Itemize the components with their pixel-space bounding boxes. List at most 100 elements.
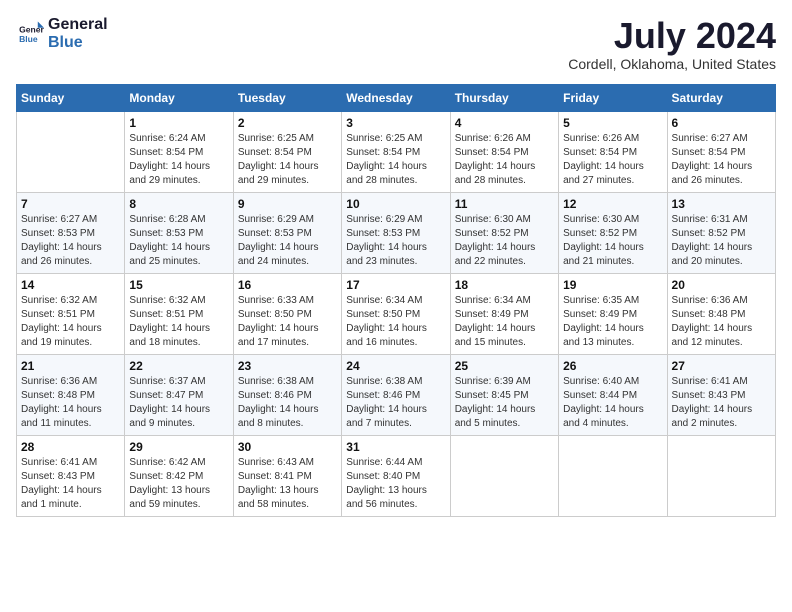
calendar-cell: 23 Sunrise: 6:38 AM Sunset: 8:46 PM Dayli… xyxy=(233,354,341,435)
day-info: Sunrise: 6:30 AM Sunset: 8:52 PM Dayligh… xyxy=(563,213,662,269)
calendar-cell: 20Sunrise: 6:36 AM Sunset: 8:48 PM Dayli… xyxy=(667,273,775,354)
day-info: Sunrise: 6:43 AM Sunset: 8:41 PM Dayligh… xyxy=(238,456,337,512)
calendar-cell: 17 Sunrise: 6:34 AM Sunset: 8:50 PM Dayli… xyxy=(342,273,450,354)
calendar-cell: 14 Sunrise: 6:32 AM Sunset: 8:51 PM Dayli… xyxy=(17,273,125,354)
week-row-3: 14 Sunrise: 6:32 AM Sunset: 8:51 PM Dayli… xyxy=(17,273,776,354)
day-info: Sunrise: 6:32 AM Sunset: 8:51 PM Dayligh… xyxy=(21,294,120,350)
day-number: 4 xyxy=(455,116,554,130)
calendar-cell: 21 Sunrise: 6:36 AM Sunset: 8:48 PM Dayli… xyxy=(17,354,125,435)
location: Cordell, Oklahoma, United States xyxy=(568,56,776,72)
title-area: July 2024 Cordell, Oklahoma, United Stat… xyxy=(568,16,776,72)
calendar-body: 1Sunrise: 6:24 AM Sunset: 8:54 PM Daylig… xyxy=(17,111,776,516)
day-info: Sunrise: 6:39 AM Sunset: 8:45 PM Dayligh… xyxy=(455,375,554,431)
day-number: 11 xyxy=(455,197,554,211)
day-number: 9 xyxy=(238,197,337,211)
calendar: SundayMondayTuesdayWednesdayThursdayFrid… xyxy=(16,84,776,517)
day-number: 27 xyxy=(672,359,771,373)
day-number: 2 xyxy=(238,116,337,130)
day-header-tuesday: Tuesday xyxy=(233,84,341,111)
calendar-header: SundayMondayTuesdayWednesdayThursdayFrid… xyxy=(17,84,776,111)
day-number: 30 xyxy=(238,440,337,454)
day-number: 16 xyxy=(238,278,337,292)
calendar-cell: 1Sunrise: 6:24 AM Sunset: 8:54 PM Daylig… xyxy=(125,111,233,192)
calendar-cell: 29 Sunrise: 6:42 AM Sunset: 8:42 PM Dayli… xyxy=(125,435,233,516)
calendar-cell xyxy=(17,111,125,192)
day-info: Sunrise: 6:28 AM Sunset: 8:53 PM Dayligh… xyxy=(129,213,228,269)
day-info: Sunrise: 6:41 AM Sunset: 8:43 PM Dayligh… xyxy=(21,456,120,512)
day-number: 7 xyxy=(21,197,120,211)
month-title: July 2024 xyxy=(568,16,776,56)
calendar-cell: 18Sunrise: 6:34 AM Sunset: 8:49 PM Dayli… xyxy=(450,273,558,354)
day-header-thursday: Thursday xyxy=(450,84,558,111)
calendar-cell: 30 Sunrise: 6:43 AM Sunset: 8:41 PM Dayli… xyxy=(233,435,341,516)
day-header-friday: Friday xyxy=(559,84,667,111)
day-info: Sunrise: 6:32 AM Sunset: 8:51 PM Dayligh… xyxy=(129,294,228,350)
logo-icon: General Blue xyxy=(16,20,44,48)
day-info: Sunrise: 6:26 AM Sunset: 8:54 PM Dayligh… xyxy=(455,132,554,188)
day-info: Sunrise: 6:40 AM Sunset: 8:44 PM Dayligh… xyxy=(563,375,662,431)
header-row: SundayMondayTuesdayWednesdayThursdayFrid… xyxy=(17,84,776,111)
day-number: 5 xyxy=(563,116,662,130)
day-number: 29 xyxy=(129,440,228,454)
day-number: 21 xyxy=(21,359,120,373)
day-info: Sunrise: 6:25 AM Sunset: 8:54 PM Dayligh… xyxy=(346,132,445,188)
logo: General Blue General Blue xyxy=(16,16,108,51)
day-number: 19 xyxy=(563,278,662,292)
day-number: 31 xyxy=(346,440,445,454)
calendar-cell: 4 Sunrise: 6:26 AM Sunset: 8:54 PM Daylig… xyxy=(450,111,558,192)
day-header-saturday: Saturday xyxy=(667,84,775,111)
day-info: Sunrise: 6:35 AM Sunset: 8:49 PM Dayligh… xyxy=(563,294,662,350)
calendar-cell: 6Sunrise: 6:27 AM Sunset: 8:54 PM Daylig… xyxy=(667,111,775,192)
calendar-cell: 3 Sunrise: 6:25 AM Sunset: 8:54 PM Daylig… xyxy=(342,111,450,192)
calendar-cell xyxy=(559,435,667,516)
day-info: Sunrise: 6:36 AM Sunset: 8:48 PM Dayligh… xyxy=(672,294,771,350)
day-info: Sunrise: 6:38 AM Sunset: 8:46 PM Dayligh… xyxy=(238,375,337,431)
day-number: 25 xyxy=(455,359,554,373)
day-info: Sunrise: 6:30 AM Sunset: 8:52 PM Dayligh… xyxy=(455,213,554,269)
day-info: Sunrise: 6:34 AM Sunset: 8:50 PM Dayligh… xyxy=(346,294,445,350)
calendar-cell xyxy=(450,435,558,516)
calendar-cell: 5 Sunrise: 6:26 AM Sunset: 8:54 PM Daylig… xyxy=(559,111,667,192)
calendar-cell xyxy=(667,435,775,516)
calendar-cell: 2Sunrise: 6:25 AM Sunset: 8:54 PM Daylig… xyxy=(233,111,341,192)
day-number: 15 xyxy=(129,278,228,292)
calendar-cell: 16Sunrise: 6:33 AM Sunset: 8:50 PM Dayli… xyxy=(233,273,341,354)
calendar-cell: 27 Sunrise: 6:41 AM Sunset: 8:43 PM Dayli… xyxy=(667,354,775,435)
header: General Blue General Blue July 2024 Cord… xyxy=(16,16,776,72)
day-info: Sunrise: 6:31 AM Sunset: 8:52 PM Dayligh… xyxy=(672,213,771,269)
calendar-cell: 26 Sunrise: 6:40 AM Sunset: 8:44 PM Dayli… xyxy=(559,354,667,435)
calendar-cell: 22 Sunrise: 6:37 AM Sunset: 8:47 PM Dayli… xyxy=(125,354,233,435)
day-number: 3 xyxy=(346,116,445,130)
day-number: 22 xyxy=(129,359,228,373)
day-info: Sunrise: 6:38 AM Sunset: 8:46 PM Dayligh… xyxy=(346,375,445,431)
day-info: Sunrise: 6:34 AM Sunset: 8:49 PM Dayligh… xyxy=(455,294,554,350)
calendar-cell: 12Sunrise: 6:30 AM Sunset: 8:52 PM Dayli… xyxy=(559,192,667,273)
day-info: Sunrise: 6:36 AM Sunset: 8:48 PM Dayligh… xyxy=(21,375,120,431)
day-info: Sunrise: 6:29 AM Sunset: 8:53 PM Dayligh… xyxy=(238,213,337,269)
day-number: 28 xyxy=(21,440,120,454)
calendar-cell: 10Sunrise: 6:29 AM Sunset: 8:53 PM Dayli… xyxy=(342,192,450,273)
calendar-cell: 25 Sunrise: 6:39 AM Sunset: 8:45 PM Dayli… xyxy=(450,354,558,435)
day-header-monday: Monday xyxy=(125,84,233,111)
calendar-cell: 9 Sunrise: 6:29 AM Sunset: 8:53 PM Daylig… xyxy=(233,192,341,273)
day-number: 1 xyxy=(129,116,228,130)
day-number: 23 xyxy=(238,359,337,373)
calendar-cell: 15 Sunrise: 6:32 AM Sunset: 8:51 PM Dayli… xyxy=(125,273,233,354)
day-number: 26 xyxy=(563,359,662,373)
calendar-cell: 11 Sunrise: 6:30 AM Sunset: 8:52 PM Dayli… xyxy=(450,192,558,273)
day-number: 14 xyxy=(21,278,120,292)
day-info: Sunrise: 6:42 AM Sunset: 8:42 PM Dayligh… xyxy=(129,456,228,512)
day-number: 17 xyxy=(346,278,445,292)
day-info: Sunrise: 6:29 AM Sunset: 8:53 PM Dayligh… xyxy=(346,213,445,269)
svg-text:Blue: Blue xyxy=(19,33,38,43)
day-number: 6 xyxy=(672,116,771,130)
logo-text: General Blue xyxy=(48,16,108,51)
week-row-5: 28 Sunrise: 6:41 AM Sunset: 8:43 PM Dayli… xyxy=(17,435,776,516)
day-info: Sunrise: 6:41 AM Sunset: 8:43 PM Dayligh… xyxy=(672,375,771,431)
day-info: Sunrise: 6:37 AM Sunset: 8:47 PM Dayligh… xyxy=(129,375,228,431)
calendar-cell: 13Sunrise: 6:31 AM Sunset: 8:52 PM Dayli… xyxy=(667,192,775,273)
day-info: Sunrise: 6:26 AM Sunset: 8:54 PM Dayligh… xyxy=(563,132,662,188)
calendar-cell: 24Sunrise: 6:38 AM Sunset: 8:46 PM Dayli… xyxy=(342,354,450,435)
calendar-cell: 31Sunrise: 6:44 AM Sunset: 8:40 PM Dayli… xyxy=(342,435,450,516)
week-row-4: 21 Sunrise: 6:36 AM Sunset: 8:48 PM Dayli… xyxy=(17,354,776,435)
